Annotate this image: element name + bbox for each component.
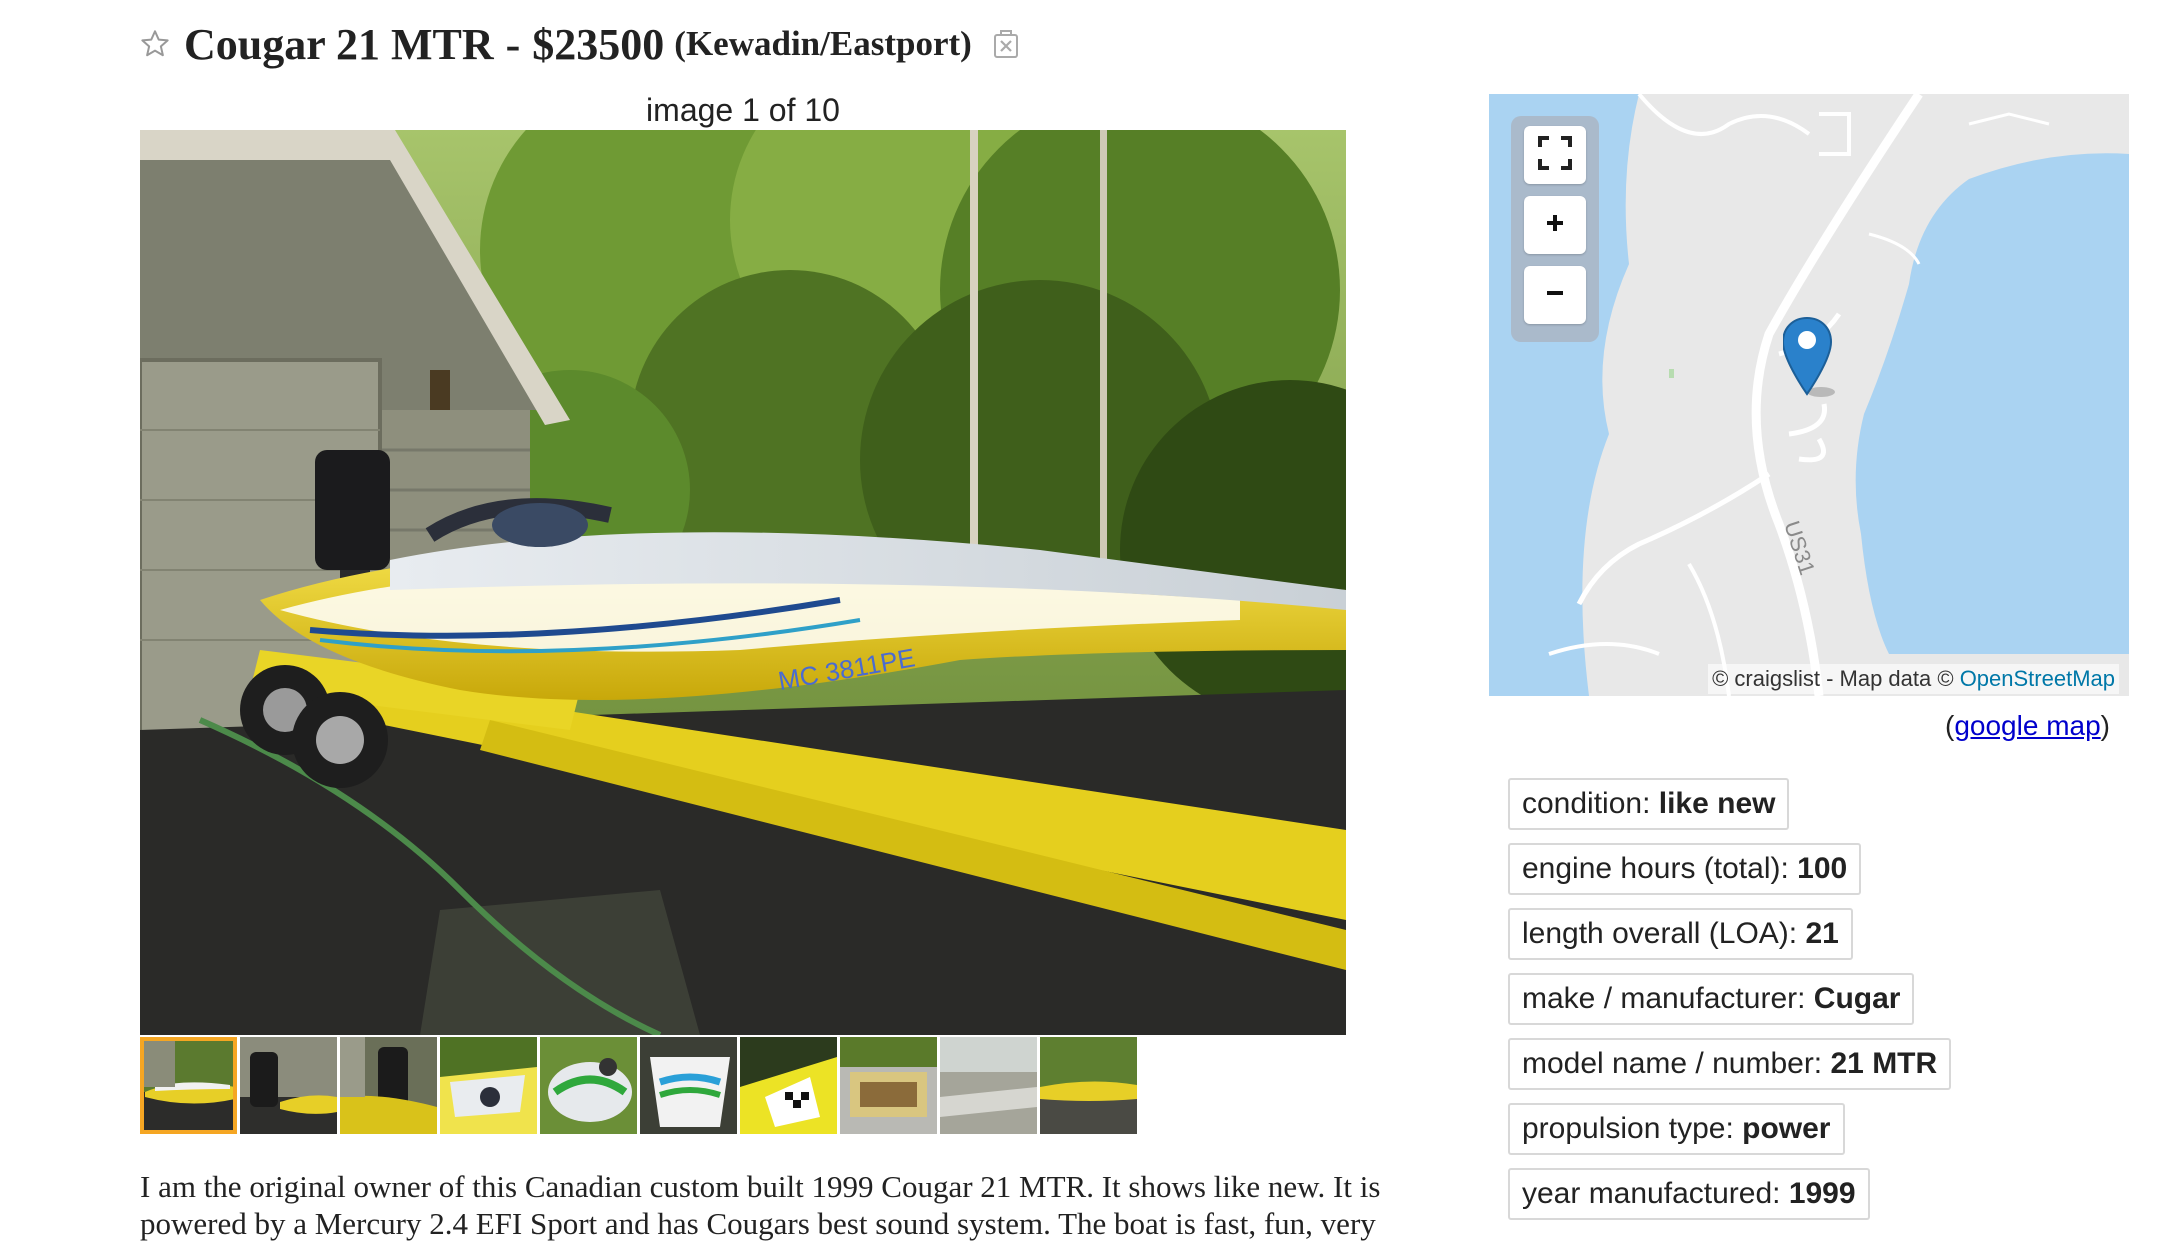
body-line-2: powered by a Mercury 2.4 EFI Sport and h…: [140, 1206, 1376, 1241]
attribute-value: like new: [1658, 787, 1776, 820]
attribute-value: Cugar: [1813, 982, 1901, 1015]
location: (Kewadin/Eastport): [674, 24, 972, 63]
zoom-out-icon: [1544, 282, 1566, 309]
attribute-engine-hours: engine hours (total): 100: [1508, 843, 1862, 895]
posting-title-text: Cougar 21 MTR: [184, 19, 494, 69]
thumbnail-strip: [140, 1037, 1137, 1134]
google-map-close-paren: ): [2100, 710, 2110, 741]
openstreetmap-link[interactable]: OpenStreetMap: [1960, 666, 2115, 691]
fullscreen-icon: [1537, 135, 1573, 176]
attribute-value: 21: [1805, 917, 1839, 950]
thumbnail-1[interactable]: [140, 1037, 237, 1134]
attribute-value: 21 MTR: [1830, 1047, 1938, 1080]
thumbnail-8[interactable]: [840, 1037, 937, 1134]
attribution-text: © craigslist - Map data ©: [1712, 666, 1960, 691]
thumbnail-7[interactable]: [740, 1037, 837, 1134]
attribute-group: condition: like new engine hours (total)…: [1508, 778, 1952, 1220]
attribute-year: year manufactured: 1999: [1508, 1168, 1870, 1220]
thumbnail-4[interactable]: [440, 1037, 537, 1134]
attribute-label: year manufactured:: [1522, 1177, 1789, 1210]
attribute-label: propulsion type:: [1522, 1112, 1743, 1145]
price: $23500: [532, 19, 665, 69]
body-line-1: I am the original owner of this Canadian…: [140, 1169, 1381, 1204]
image-counter: image 1 of 10: [646, 92, 840, 128]
google-map-link[interactable]: google map: [1954, 710, 2100, 741]
thumbnail-10[interactable]: [1040, 1037, 1137, 1134]
attribute-value: power: [1742, 1112, 1831, 1145]
thumbnail-5[interactable]: [540, 1037, 637, 1134]
fullscreen-button[interactable]: [1524, 126, 1586, 184]
map-controls: [1511, 116, 1599, 342]
thumbnail-9[interactable]: [940, 1037, 1037, 1134]
attribute-label: engine hours (total):: [1522, 852, 1798, 885]
star-outline-icon[interactable]: [138, 27, 172, 61]
posting-body: I am the original owner of this Canadian…: [140, 1168, 1440, 1242]
attribute-condition: condition: like new: [1508, 778, 1790, 830]
zoom-in-icon: [1544, 212, 1566, 239]
title-separator: -: [505, 19, 521, 69]
map-marker-icon[interactable]: [1781, 316, 1843, 400]
google-map-row: (google map): [1945, 710, 2110, 742]
attribute-label: model name / number:: [1522, 1047, 1831, 1080]
google-map-open-paren: (: [1945, 710, 1955, 741]
attribute-label: length overall (LOA):: [1522, 917, 1806, 950]
hide-posting-icon[interactable]: [990, 27, 1022, 61]
attribute-make: make / manufacturer: Cugar: [1508, 973, 1915, 1025]
main-listing-image[interactable]: MC 3811PE: [140, 130, 1346, 1035]
thumbnail-2[interactable]: [240, 1037, 337, 1134]
zoom-out-button[interactable]: [1524, 266, 1586, 324]
thumbnail-6[interactable]: [640, 1037, 737, 1134]
attribute-value: 100: [1797, 852, 1848, 885]
map-attribution: © craigslist - Map data © OpenStreetMap: [1708, 664, 2119, 694]
attribute-value: 1999: [1788, 1177, 1856, 1210]
posting-title: Cougar 21 MTR - $23500 (Kewadin/Eastport…: [138, 14, 1022, 74]
location-map[interactable]: US31 © craigslist - Map data © OpenStree…: [1489, 94, 2129, 696]
attribute-propulsion: propulsion type: power: [1508, 1103, 1845, 1155]
attribute-label: make / manufacturer:: [1522, 982, 1814, 1015]
attribute-length-overall: length overall (LOA): 21: [1508, 908, 1853, 960]
attribute-label: condition:: [1522, 787, 1659, 820]
attribute-model: model name / number: 21 MTR: [1508, 1038, 1952, 1090]
thumbnail-3[interactable]: [340, 1037, 437, 1134]
zoom-in-button[interactable]: [1524, 196, 1586, 254]
